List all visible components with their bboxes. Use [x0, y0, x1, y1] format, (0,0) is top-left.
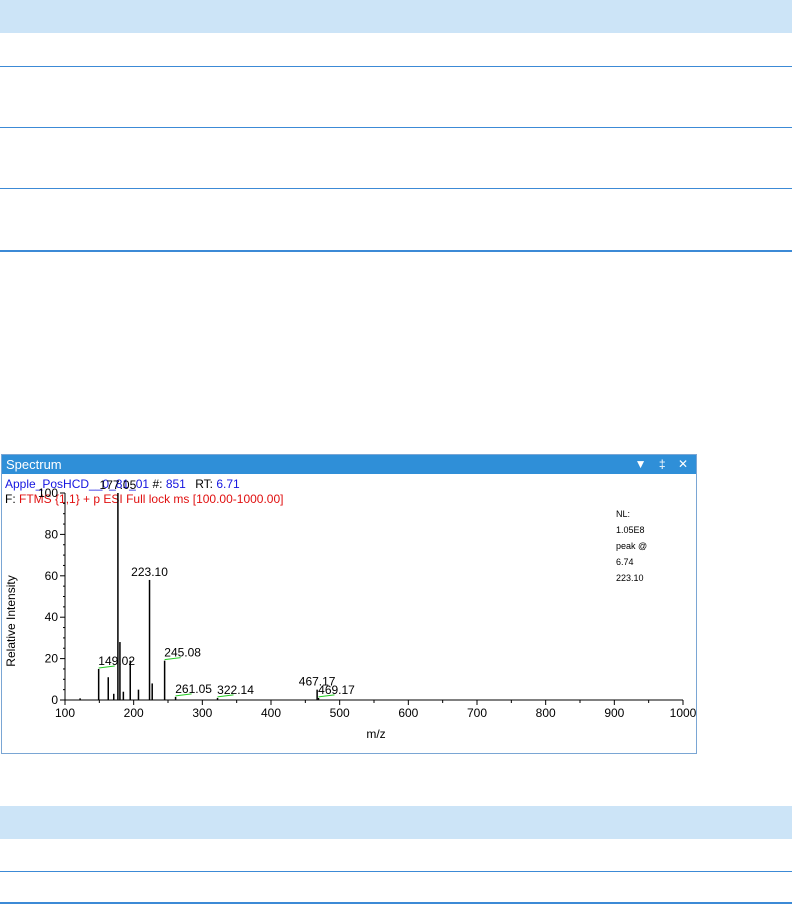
panel-title: Spectrum [6, 457, 62, 472]
x-tick-label: 1000 [670, 706, 696, 720]
pin-icon[interactable]: ‡ [659, 457, 666, 471]
spectrum-panel: Spectrum ▼ ‡ ✕ Apple_PosHCD__0_81_01 #: … [1, 454, 697, 754]
bottom-table [0, 806, 792, 904]
peak-label: 177.05 [100, 478, 137, 492]
x-tick-label: 400 [261, 706, 281, 720]
x-tick-label: 700 [467, 706, 487, 720]
peak-label: 261.05 [175, 682, 212, 696]
y-tick-label: 100 [38, 486, 58, 500]
nl-value: 1.05E8 [616, 525, 645, 535]
y-axis-label: Relative Intensity [4, 575, 18, 666]
table-row [0, 67, 792, 128]
nl-label: NL: [616, 509, 630, 519]
nl-peak-label: peak @ [616, 541, 647, 551]
titlebar-controls: ▼ ‡ ✕ [626, 455, 688, 474]
y-tick-label: 40 [45, 610, 59, 624]
y-tick-label: 0 [51, 693, 58, 707]
table-header-row [0, 0, 792, 33]
table-row [0, 839, 792, 872]
x-tick-label: 500 [330, 706, 350, 720]
dropdown-arrow-icon[interactable]: ▼ [635, 457, 647, 471]
y-tick-label: 80 [45, 527, 59, 541]
nl-peak-mz: 223.10 [616, 573, 644, 583]
peak-label: 223.10 [131, 565, 168, 579]
x-tick-label: 100 [55, 706, 75, 720]
x-axis-label: m/z [366, 727, 385, 741]
x-tick-label: 900 [604, 706, 624, 720]
peak-label: 245.08 [164, 646, 201, 660]
nl-peak-rt: 6.74 [616, 557, 634, 567]
peak-label: 322.14 [217, 683, 254, 697]
table-header-row [0, 806, 792, 839]
x-tick-label: 600 [398, 706, 418, 720]
table-row [0, 872, 792, 904]
peak-label: 469.17 [318, 683, 355, 697]
y-tick-label: 60 [45, 569, 59, 583]
x-tick-label: 300 [192, 706, 212, 720]
table-row [0, 33, 792, 67]
x-tick-label: 200 [124, 706, 144, 720]
table-row [0, 189, 792, 252]
x-tick-label: 800 [536, 706, 556, 720]
y-tick-label: 20 [45, 652, 59, 666]
peak-label: 149.02 [98, 654, 135, 668]
close-icon[interactable]: ✕ [678, 457, 688, 471]
spectrum-titlebar: Spectrum ▼ ‡ ✕ [2, 455, 696, 474]
spectrum-chart: NL: 1.05E8 peak @ 6.74 223.10 Relative I… [4, 478, 696, 741]
table-row [0, 128, 792, 189]
top-table [0, 0, 792, 252]
